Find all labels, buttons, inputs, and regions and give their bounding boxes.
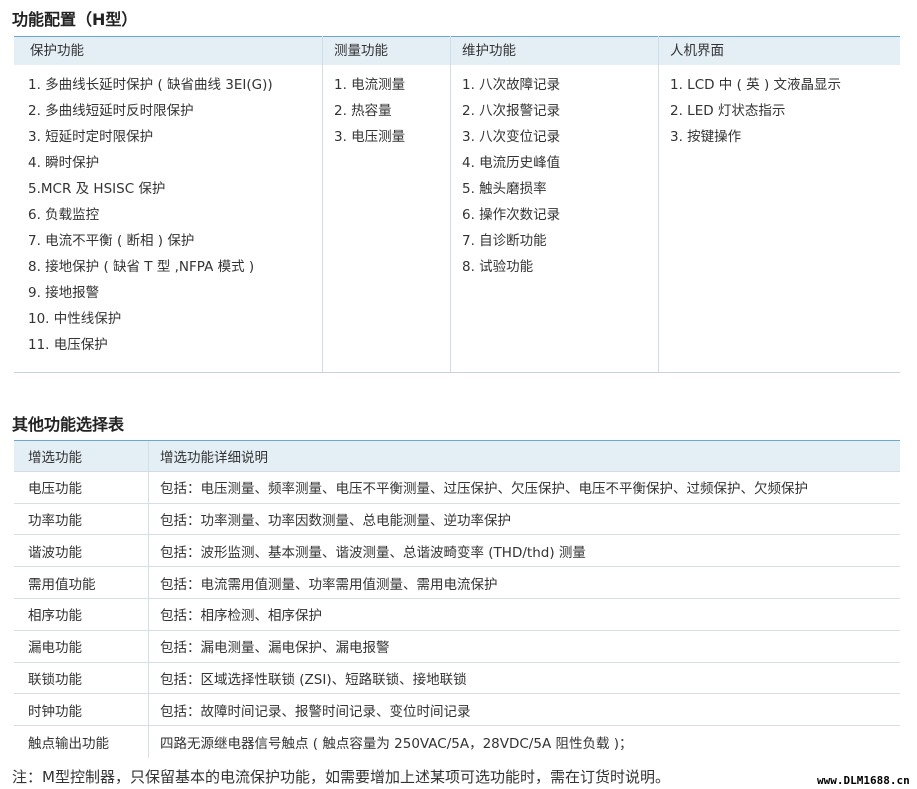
table-row: 需用值功能 包括：电流需用值测量、功率需用值测量、需用电流保护 (14, 567, 900, 599)
table-bottom-border (14, 372, 900, 373)
list-item: 7. 自诊断功能 (462, 233, 547, 249)
column-divider (148, 567, 149, 598)
site-watermark: www.DLM1688.cn (817, 774, 910, 787)
function-name: 时钟功能 (28, 703, 82, 720)
function-config-table: 保护功能 测量功能 维护功能 人机界面 1. 多曲线长延时保护 ( 缺省曲线 3… (14, 36, 900, 373)
list-item: 4. 瞬时保护 (28, 155, 100, 171)
list-item: 2. 多曲线短延时反时限保护 (28, 103, 194, 119)
function-description: 包括：功率测量、功率因数测量、总电能测量、逆功率保护 (160, 512, 511, 529)
column-divider (148, 441, 149, 471)
list-item: 10. 中性线保护 (28, 311, 122, 327)
header-protection: 保护功能 (30, 43, 84, 59)
list-item: 11. 电压保护 (28, 337, 108, 353)
function-description: 四路无源继电器信号触点 ( 触点容量为 250VAC/5A，28VDC/5A 阻… (160, 736, 633, 753)
list-item: 5.MCR 及 HSISC 保护 (28, 181, 166, 197)
table-row: 时钟功能 包括：故障时间记录、报警时间记录、变位时间记录 (14, 694, 900, 727)
function-name: 相序功能 (28, 608, 82, 625)
column-divider (148, 598, 149, 630)
function-name: 漏电功能 (28, 640, 82, 657)
function-description: 包括：相序检测、相序保护 (160, 608, 322, 625)
column-divider (322, 36, 323, 373)
header-hmi: 人机界面 (670, 43, 724, 59)
column-divider (450, 36, 451, 373)
function-name: 触点输出功能 (28, 736, 109, 753)
list-item: 1. 电流测量 (334, 77, 406, 93)
hmi-column: 1. LCD 中 ( 英 ) 文液晶显示 2. LED 灯状态指示 3. 按键操… (670, 72, 841, 373)
list-item: 9. 接地报警 (28, 285, 100, 301)
function-description: 包括：波形监测、基本测量、谐波测量、总谐波畸变率 (THD/thd) 测量 (160, 544, 586, 561)
list-item: 6. 操作次数记录 (462, 207, 561, 223)
list-item: 8. 试验功能 (462, 259, 534, 275)
table-row: 触点输出功能 四路无源继电器信号触点 ( 触点容量为 250VAC/5A，28V… (14, 726, 900, 758)
function-description: 包括：区域选择性联锁 (ZSI)、短路联锁、接地联锁 (160, 671, 467, 688)
list-item: 4. 电流历史峰值 (462, 155, 561, 171)
list-item: 1. 八次故障记录 (462, 77, 561, 93)
function-description: 包括：漏电测量、漏电保护、漏电报警 (160, 640, 390, 657)
function-name: 谐波功能 (28, 544, 82, 561)
footnote: 注：M型控制器，只保留基本的电流保护功能，如需要增加上述某项可选功能时，需在订货… (12, 768, 670, 786)
table-row: 联锁功能 包括：区域选择性联锁 (ZSI)、短路联锁、接地联锁 (14, 662, 900, 695)
column-divider (148, 630, 149, 662)
table-row: 谐波功能 包括：波形监测、基本测量、谐波测量、总谐波畸变率 (THD/thd) … (14, 535, 900, 568)
column-divider (148, 535, 149, 567)
protection-column: 1. 多曲线长延时保护 ( 缺省曲线 3EI(G)) 2. 多曲线短延时反时限保… (28, 72, 273, 373)
column-divider (148, 694, 149, 726)
header-maintenance: 维护功能 (462, 43, 516, 59)
list-item: 5. 触头磨损率 (462, 181, 547, 197)
list-item: 1. LCD 中 ( 英 ) 文液晶显示 (670, 77, 842, 93)
list-item: 8. 接地保护 ( 缺省 T 型 ,NFPA 模式 ) (28, 259, 255, 275)
table-header: 保护功能 测量功能 维护功能 人机界面 (14, 36, 900, 65)
header-optional-function: 增选功能 (28, 449, 82, 466)
function-description: 包括：电流需用值测量、功率需用值测量、需用电流保护 (160, 576, 498, 593)
function-name: 电压功能 (28, 481, 82, 498)
function-name: 需用值功能 (28, 576, 96, 593)
section-title-optional-functions: 其他功能选择表 (12, 415, 125, 434)
list-item: 7. 电流不平衡 ( 断相 ) 保护 (28, 233, 195, 249)
column-divider (148, 662, 149, 694)
table-row: 电压功能 包括：电压测量、频率测量、电压不平衡测量、过压保护、欠压保护、电压不平… (14, 471, 900, 504)
column-divider (148, 471, 149, 503)
table-row: 相序功能 包括：相序检测、相序保护 (14, 598, 900, 631)
section-title-function-config: 功能配置（H型） (12, 10, 138, 29)
function-name: 联锁功能 (28, 671, 82, 688)
function-description: 包括：电压测量、频率测量、电压不平衡测量、过压保护、欠压保护、电压不平衡保护、过… (160, 481, 808, 498)
table-row: 漏电功能 包括：漏电测量、漏电保护、漏电报警 (14, 630, 900, 663)
function-name: 功率功能 (28, 512, 82, 529)
list-item: 1. 多曲线长延时保护 ( 缺省曲线 3EI(G)) (28, 77, 273, 93)
measurement-column: 1. 电流测量 2. 热容量 3. 电压测量 (334, 72, 405, 373)
column-divider (658, 36, 659, 373)
column-divider (148, 503, 149, 535)
optional-functions-table: 增选功能 增选功能详细说明 电压功能 包括：电压测量、频率测量、电压不平衡测量、… (14, 440, 900, 758)
list-item: 2. 八次报警记录 (462, 103, 561, 119)
list-item: 2. 热容量 (334, 103, 392, 119)
list-item: 3. 按键操作 (670, 129, 742, 145)
maintenance-column: 1. 八次故障记录 2. 八次报警记录 3. 八次变位记录 4. 电流历史峰值 … (462, 72, 560, 373)
list-item: 6. 负载监控 (28, 207, 100, 223)
table-header-row: 增选功能 增选功能详细说明 (14, 440, 900, 472)
table-row: 功率功能 包括：功率测量、功率因数测量、总电能测量、逆功率保护 (14, 503, 900, 536)
list-item: 2. LED 灯状态指示 (670, 103, 786, 119)
function-description: 包括：故障时间记录、报警时间记录、变位时间记录 (160, 703, 471, 720)
list-item: 3. 短延时定时限保护 (28, 129, 154, 145)
header-measurement: 测量功能 (334, 43, 388, 59)
list-item: 3. 八次变位记录 (462, 129, 561, 145)
header-function-description: 增选功能详细说明 (160, 449, 268, 466)
column-divider (148, 726, 149, 758)
list-item: 3. 电压测量 (334, 129, 406, 145)
